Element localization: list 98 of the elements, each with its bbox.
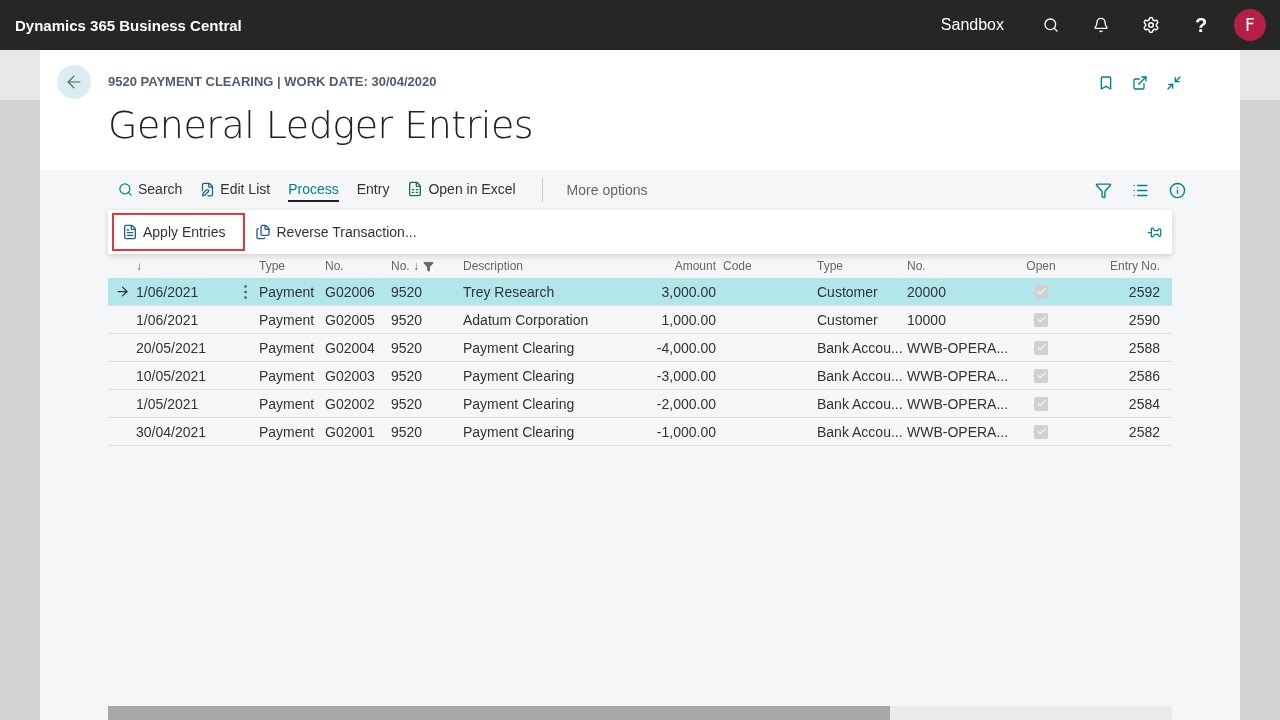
back-button[interactable] (57, 65, 91, 99)
table-cell-text: Bank Accou... (817, 367, 904, 384)
table-cell-text: -2,000.00 (655, 395, 717, 412)
table-cell-text: 2584 (1127, 395, 1161, 412)
table-cell-text: -4,000.00 (655, 339, 717, 356)
table-cell: WWB-OPERA... (907, 423, 1007, 440)
table-cell-text: 10000 (907, 311, 947, 328)
breadcrumb: 9520 PAYMENT CLEARING | WORK DATE: 30/04/2020 (108, 74, 438, 89)
column-header[interactable]: ↓ (136, 259, 231, 273)
table-cell-text: Payment (259, 283, 316, 300)
edit-list-icon (200, 181, 216, 197)
arrow-icon (114, 284, 130, 299)
table-cell-text: 1/05/2021 (136, 395, 200, 412)
page-title: General Ledger Entries (108, 103, 535, 147)
table-cell-text: 3,000.00 (660, 283, 717, 300)
table-cell-text: Payment Clearing (463, 423, 576, 440)
table-cell-text: 2588 (1127, 339, 1161, 356)
table-cell-text: Customer (817, 283, 879, 300)
table-cell-text: Bank Accou... (817, 423, 904, 440)
table-cell-text: Bank Accou... (817, 339, 904, 356)
table-cell: WWB-OPERA... (907, 367, 1007, 384)
document-icon (122, 224, 138, 240)
table-cell-text: Payment Clearing (463, 339, 576, 356)
table-cell-text: G02003 (325, 367, 376, 384)
table-cell-text: 10/05/2021 (136, 367, 208, 384)
column-header[interactable]: Description (463, 259, 655, 273)
table-cell-text: Payment (259, 367, 316, 384)
table-cell-text: G02001 (325, 423, 376, 440)
table-cell-text: 9520 (391, 395, 424, 412)
table-cell-text: Payment (259, 311, 316, 328)
table-cell-text: 9520 (391, 367, 424, 384)
action-button[interactable]: Reverse Transaction... (245, 213, 437, 251)
table-cell-text: Customer (817, 311, 879, 328)
action-button[interactable]: Edit List (200, 178, 271, 202)
table-cell-text: G02006 (325, 283, 376, 300)
table-row[interactable]: 1/05/2021 Payment G02002 9520 Payment Clearing -2,000.00 Bank Accou... WWB-OPERA... 2584 (108, 390, 1172, 418)
table-cell-text: G02004 (325, 339, 376, 356)
column-header[interactable]: Type (259, 259, 325, 273)
table-row[interactable]: 1/06/2021 Payment G02006 9520 Trey Research 3,000.00 Customer 20000 2592 (108, 278, 1172, 306)
column-header[interactable]: Code (723, 259, 817, 273)
settings-icon[interactable] (1142, 16, 1160, 34)
table-cell-text: -3,000.00 (655, 367, 717, 384)
table-cell: WWB-OPERA... (907, 339, 1007, 356)
table-cell-text: Payment Clearing (463, 367, 576, 384)
table-cell-text: Payment (259, 395, 316, 412)
table-cell-text: 20000 (907, 283, 947, 300)
table-cell-text: Payment Clearing (463, 395, 576, 412)
column-header[interactable]: Open (1007, 259, 1075, 273)
table-row[interactable]: 10/05/2021 Payment G02003 9520 Payment Clearing -3,000.00 Bank Accou... WWB-OPERA... 2586 (108, 362, 1172, 390)
column-header[interactable]: Entry No. (1075, 259, 1167, 273)
environment-label: Sandbox (940, 16, 1004, 34)
table-row[interactable]: 20/05/2021 Payment G02004 9520 Payment Clearing -4,000.00 Bank Accou... WWB-OPERA... 2588 (108, 334, 1172, 362)
column-header[interactable]: No. (907, 259, 1007, 273)
table-cell-text: -1,000.00 (655, 423, 717, 440)
table-cell-text: Payment (259, 423, 316, 440)
more-icon[interactable] (243, 284, 247, 299)
table-cell-text: 1,000.00 (660, 311, 717, 328)
user-avatar[interactable]: F (1234, 9, 1266, 41)
action-button[interactable]: Open in Excel (407, 178, 516, 202)
table-row[interactable]: 1/06/2021 Payment G02005 9520 Adatum Corporation 1,000.00 Customer 10000 2590 (108, 306, 1172, 334)
scrollbar[interactable] (108, 706, 1172, 720)
column-header[interactable]: No. (325, 259, 391, 273)
table-cell-text: G02002 (325, 395, 376, 412)
app-title: Dynamics 365 Business Central (15, 16, 243, 34)
table-cell-text: 9520 (391, 283, 424, 300)
table-cell-text: 20/05/2021 (136, 339, 208, 356)
table-cell-text: G02005 (325, 311, 376, 328)
table-cell-text: 2582 (1127, 423, 1161, 440)
table-cell-text: 1/06/2021 (136, 283, 200, 300)
table-cell-text: 2592 (1127, 283, 1161, 300)
table-cell: WWB-OPERA... (907, 395, 1007, 412)
column-header[interactable]: No. ↓ (391, 259, 463, 273)
documents-icon (255, 224, 272, 240)
search-icon[interactable] (1043, 17, 1059, 33)
spreadsheet-icon (407, 181, 424, 197)
column-header[interactable]: Amount (655, 259, 723, 273)
more-options-button[interactable]: More options (560, 181, 654, 199)
action-button[interactable]: Entry (356, 178, 390, 202)
table-cell-text: 30/04/2021 (136, 423, 208, 440)
table-cell-text: 9520 (391, 339, 424, 356)
bell-icon[interactable] (1093, 17, 1109, 33)
help-button[interactable]: ? (1176, 13, 1226, 37)
table-cell-text: 9520 (391, 311, 424, 328)
table-cell-text: 2590 (1127, 311, 1161, 328)
action-button[interactable]: Search (118, 178, 183, 202)
table-cell-text: Bank Accou... (817, 395, 904, 412)
column-header[interactable]: Type (817, 259, 907, 273)
action-button[interactable]: Process (288, 178, 339, 202)
table-cell-text: 1/06/2021 (136, 311, 200, 328)
search-icon (118, 181, 133, 197)
table-cell-text: Adatum Corporation (463, 311, 590, 328)
filter-icon (423, 260, 434, 272)
table-cell-text: Trey Research (463, 283, 556, 300)
table-row[interactable]: 30/04/2021 Payment G02001 9520 Payment Clearing -1,000.00 Bank Accou... WWB-OPERA... 2582 (108, 418, 1172, 446)
table-cell-text: 2586 (1127, 367, 1161, 384)
table-cell-text: 9520 (391, 423, 424, 440)
table-cell-text: Payment (259, 339, 316, 356)
action-button[interactable]: Apply Entries (112, 213, 246, 251)
